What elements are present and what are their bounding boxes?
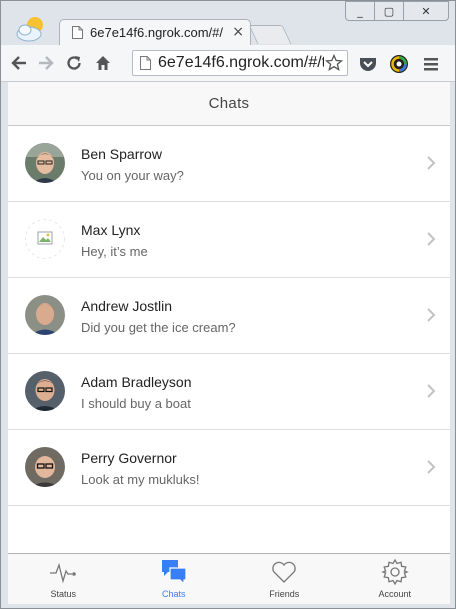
browser-window: 6e7e14f6.ngrok.com/#/ × _ ▢ ✕ 6e7e14f6.n…	[0, 0, 456, 609]
tab-status[interactable]: Status	[8, 554, 119, 604]
tab-account[interactable]: Account	[340, 554, 451, 604]
chat-last-message: Look at my mukluks!	[81, 472, 200, 487]
chat-last-message: Hey, it’s me	[81, 244, 148, 259]
close-window-button[interactable]: ✕	[403, 1, 449, 21]
color-extension-icon[interactable]	[389, 54, 409, 74]
bottom-tab-bar: Status Chats Friends Account	[8, 553, 450, 604]
chat-last-message: I should buy a boat	[81, 396, 191, 411]
browser-toolbar: 6e7e14f6.ngrok.com/#/tab/chats	[1, 45, 455, 82]
chat-item-perry-governor[interactable]: Perry Governor Look at my mukluks!	[8, 430, 450, 506]
home-button[interactable]	[93, 53, 113, 73]
weather-app-icon	[16, 17, 43, 42]
avatar	[25, 295, 65, 335]
chevron-right-icon	[427, 156, 436, 170]
tab-label: Chats	[161, 589, 186, 599]
new-tab-button[interactable]	[248, 25, 292, 44]
avatar	[25, 447, 65, 487]
back-button[interactable]	[9, 53, 29, 73]
tab-label: Status	[50, 589, 76, 599]
pulse-icon	[50, 562, 77, 584]
chat-item-max-lynx[interactable]: Max Lynx Hey, it’s me	[8, 202, 450, 278]
tab-friends[interactable]: Friends	[229, 554, 340, 604]
avatar	[25, 371, 65, 411]
gear-icon	[380, 558, 409, 586]
chat-name: Ben Sparrow	[81, 146, 162, 162]
tab-chats[interactable]: Chats	[119, 554, 230, 604]
back-arrow-icon	[11, 56, 26, 70]
reload-button[interactable]	[64, 53, 84, 73]
address-text: 6e7e14f6.ngrok.com/#/tab/chats	[158, 54, 324, 71]
chat-name: Perry Governor	[81, 450, 177, 466]
avatar	[25, 143, 65, 183]
address-bar[interactable]: 6e7e14f6.ngrok.com/#/tab/chats	[132, 50, 348, 76]
chat-bubbles-icon	[161, 560, 187, 586]
window-controls: _ ▢ ✕	[345, 1, 449, 21]
chevron-right-icon	[427, 384, 436, 398]
minimize-button[interactable]: _	[345, 1, 375, 21]
menu-icon[interactable]	[421, 54, 441, 74]
chat-name: Max Lynx	[81, 222, 141, 238]
chat-name: Adam Bradleyson	[81, 374, 192, 390]
forward-button[interactable]	[36, 53, 56, 73]
browser-tab[interactable]: 6e7e14f6.ngrok.com/#/ ×	[59, 19, 251, 45]
home-icon	[96, 56, 110, 70]
tab-title: 6e7e14f6.ngrok.com/#/	[90, 25, 223, 40]
page-title: Chats	[208, 95, 250, 112]
heart-icon	[272, 561, 296, 583]
tab-label: Friends	[269, 589, 300, 599]
maximize-button[interactable]: ▢	[374, 1, 404, 21]
page-icon	[72, 26, 83, 39]
chat-last-message: You on your way?	[81, 168, 184, 183]
chevron-right-icon	[427, 460, 436, 474]
broken-image-icon	[25, 219, 65, 259]
app-viewport: Chats Ben Sparrow You on your way? Max L…	[8, 82, 450, 604]
chat-item-ben-sparrow[interactable]: Ben Sparrow You on your way?	[8, 126, 450, 202]
page-icon	[140, 56, 151, 70]
tab-label: Account	[378, 589, 412, 599]
title-bar: 6e7e14f6.ngrok.com/#/ × _ ▢ ✕	[1, 1, 455, 45]
chat-list: Ben Sparrow You on your way? Max Lynx He…	[8, 126, 450, 506]
chat-name: Andrew Jostlin	[81, 298, 173, 314]
tab-close-icon[interactable]: ×	[232, 24, 244, 40]
pocket-icon[interactable]	[358, 54, 378, 74]
chevron-right-icon	[427, 308, 436, 322]
nav-bar: Chats	[8, 82, 450, 126]
chat-last-message: Did you get the ice cream?	[81, 320, 236, 335]
bookmark-star-icon[interactable]	[325, 54, 343, 72]
chat-item-andrew-jostlin[interactable]: Andrew Jostlin Did you get the ice cream…	[8, 278, 450, 354]
chevron-right-icon	[427, 232, 436, 246]
forward-arrow-icon	[39, 56, 54, 70]
reload-icon	[67, 56, 81, 70]
chat-item-adam-bradleyson[interactable]: Adam Bradleyson I should buy a boat	[8, 354, 450, 430]
